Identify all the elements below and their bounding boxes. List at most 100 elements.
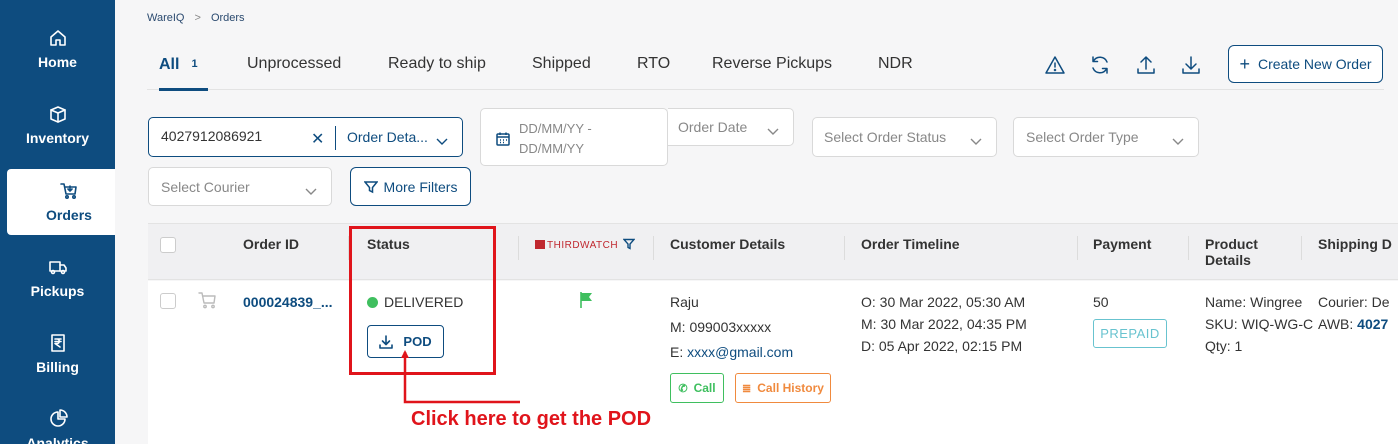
order-status-placeholder: Select Order Status [824,129,947,145]
rupee-receipt-icon [50,334,65,352]
tab-shipped[interactable]: Shipped [532,50,591,90]
tab-label: Ready to ship [388,55,486,72]
calendar-icon [495,131,511,147]
column-divider [653,236,654,260]
column-order-timeline: Order Timeline [861,236,960,252]
product-name: Name: Wingree [1205,294,1303,310]
sidebar-item-orders[interactable]: Orders [7,169,131,235]
shipping-courier: Courier: De [1318,294,1390,310]
cart-icon [198,292,216,309]
timeline-manifested: M: 30 Mar 2022, 04:35 PM [861,316,1027,332]
truck-icon [48,261,67,275]
tab-unprocessed[interactable]: Unprocessed [247,50,341,90]
thirdwatch-logo-icon [535,240,545,249]
sidebar-item-label: Orders [46,207,92,223]
cart-icon [60,183,77,200]
tab-ready-to-ship[interactable]: Ready to ship [388,50,486,90]
column-divider [1301,236,1302,260]
refresh-icon[interactable] [1089,54,1111,76]
create-new-order-label: Create New Order [1257,56,1372,72]
sidebar-item-inventory[interactable]: Inventory [0,92,115,158]
box-icon [49,106,66,123]
column-divider [844,236,845,260]
flag-icon [580,292,592,308]
column-divider [1077,236,1078,260]
tab-label: Unprocessed [247,55,342,72]
chevron-down-icon [1172,133,1184,145]
column-divider [518,236,519,260]
breadcrumb-separator: > [194,12,201,24]
tab-label: All [159,56,180,73]
tab-rto[interactable]: RTO [637,50,670,90]
pie-chart-icon [49,409,68,427]
tab-label: NDR [878,55,913,72]
annotation-text: Click here to get the POD [411,408,652,430]
shipping-awb-prefix: AWB: [1318,316,1358,332]
tab-reverse-pickups[interactable]: Reverse Pickups [712,50,832,90]
date-type-value: Order Date [678,119,748,135]
payment-amount: 50 [1093,294,1109,310]
payment-mode-badge: PREPAID [1093,319,1167,348]
call-history-label: Call History [757,381,824,395]
main-content: WareIQ > Orders All 1 Unprocessed Ready t… [115,0,1398,444]
row-checkbox[interactable] [160,293,176,309]
sidebar-item-billing[interactable]: Billing [0,321,115,387]
column-product-details: Product Details [1205,236,1258,268]
customer-mobile: M: 099003xxxxx [670,319,772,335]
sidebar-item-label: Home [38,54,77,70]
create-new-order-button[interactable]: + Create New Order [1228,45,1383,83]
call-button[interactable]: ✆ Call [670,373,724,403]
product-sku: SKU: WIQ-WG-C [1205,316,1314,332]
order-status-select[interactable]: Select Order Status [812,117,997,157]
order-type-select[interactable]: Select Order Type [1013,117,1199,157]
sidebar-item-label: Pickups [30,283,85,299]
sidebar-item-label: Inventory [25,130,89,146]
tab-label: Shipped [532,55,591,72]
customer-email-link[interactable]: xxxx@gmail.com [687,344,793,360]
filter-icon [363,180,378,193]
customer-name: Raju [670,294,699,310]
more-filters-label: More Filters [383,178,458,195]
timeline-delivered: D: 05 Apr 2022, 02:15 PM [861,338,1023,354]
breadcrumb-current: Orders [210,12,245,24]
order-id-link[interactable]: 000024839_... [243,291,333,313]
history-icon: ≣ [742,382,752,395]
courier-select[interactable]: Select Courier [148,167,332,206]
column-order-id: Order ID [243,236,300,252]
date-range-input[interactable]: DD/MM/YY - DD/MM/YY [480,108,668,166]
sidebar-item-analytics[interactable]: Analytics [0,397,115,444]
sidebar-item-pickups[interactable]: Pickups [0,245,115,311]
tab-ndr[interactable]: NDR [878,50,913,90]
column-shipping-details: Shipping D [1318,236,1392,252]
home-icon [49,30,66,46]
chevron-down-icon [305,183,317,195]
call-history-button[interactable]: ≣ Call History [735,373,831,403]
phone-icon: ✆ [678,382,688,395]
call-label: Call [693,381,716,395]
close-icon[interactable]: ✕ [311,129,324,149]
timeline-ordered: O: 30 Mar 2022, 05:30 AM [861,294,1026,310]
upload-icon[interactable] [1135,54,1157,76]
product-qty: Qty: 1 [1205,338,1243,354]
breadcrumb: WareIQ > Orders [147,12,245,24]
awb-link[interactable]: 4027 [1357,316,1388,332]
warning-icon[interactable] [1044,54,1066,76]
date-range-placeholder: DD/MM/YY - DD/MM/YY [519,121,592,156]
more-filters-button[interactable]: More Filters [350,167,471,206]
chevron-down-icon [970,133,982,145]
sidebar-item-label: Billing [36,359,79,375]
filter-icon[interactable] [623,238,635,250]
tab-count: 1 [191,58,198,70]
sidebar-item-home[interactable]: Home [0,16,115,82]
search-type-select[interactable]: Order Deta... [347,129,428,145]
chevron-down-icon[interactable] [436,133,448,145]
column-customer-details: Customer Details [670,236,786,252]
date-type-select[interactable]: Order Date [668,108,794,146]
search-input[interactable] [161,128,306,144]
shipping-awb: AWB: 4027 [1318,313,1388,335]
breadcrumb-root[interactable]: WareIQ [147,12,185,24]
download-icon[interactable] [1180,54,1202,76]
thirdwatch-label: THIRDWATCH [547,240,619,251]
select-all-checkbox[interactable] [160,237,176,253]
tab-all[interactable]: All 1 [159,50,208,91]
